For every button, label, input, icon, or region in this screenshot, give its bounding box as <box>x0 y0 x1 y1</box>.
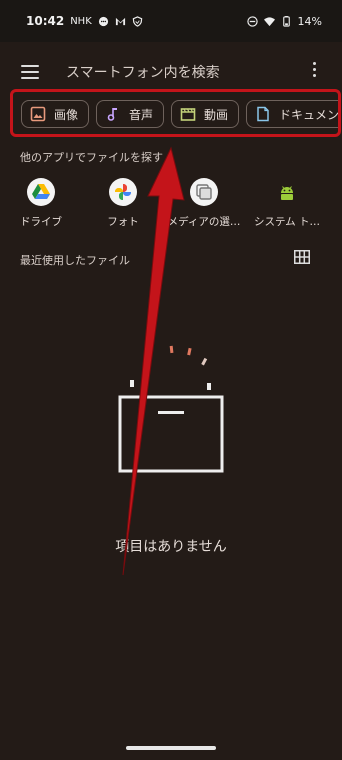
media-picker-icon <box>190 178 218 206</box>
app-photos[interactable]: フォト <box>83 176 163 229</box>
chip-images[interactable]: 画像 <box>21 100 90 128</box>
app-label: システム ト… <box>253 216 321 228</box>
chip-label: 画像 <box>54 107 79 122</box>
image-icon <box>30 106 46 122</box>
search-bar[interactable]: スマートフォン内を検索 <box>0 52 342 92</box>
app-media-picker[interactable]: メディアの選… <box>164 176 244 229</box>
category-chips-highlight: 画像 音声 動画 ドキュメント <box>10 89 341 137</box>
battery-icon <box>282 15 290 27</box>
menu-icon[interactable] <box>21 65 39 79</box>
system-status: 14% <box>246 14 322 28</box>
battery-percent: 14% <box>297 14 322 28</box>
search-input[interactable]: スマートフォン内を検索 <box>66 62 220 82</box>
notification-icons: NHK <box>70 16 143 27</box>
app-label: ドライブ <box>20 216 62 228</box>
more-options-icon[interactable] <box>311 62 317 78</box>
chip-audio[interactable]: 音声 <box>96 100 165 128</box>
other-apps-list: ドライブ フォト メディアの選… システム ト… <box>0 176 342 236</box>
movie-icon <box>180 108 196 121</box>
google-drive-icon <box>27 178 55 206</box>
chip-documents[interactable]: ドキュメント <box>246 100 340 128</box>
google-photos-icon <box>109 178 137 206</box>
chip-videos[interactable]: 動画 <box>171 100 240 128</box>
document-icon <box>257 106 269 122</box>
category-chips: 画像 音声 動画 ドキュメント <box>21 100 340 128</box>
wifi-icon <box>263 16 275 26</box>
chip-label: 音声 <box>129 107 154 122</box>
nhk-icon: NHK <box>70 15 92 27</box>
chip-label: 動画 <box>204 107 229 122</box>
app-label: メディアの選… <box>167 216 241 228</box>
app-drive[interactable]: ドライブ <box>1 176 81 229</box>
grid-view-icon[interactable] <box>294 250 310 264</box>
chip-label: ドキュメント <box>279 107 340 122</box>
do-not-disturb-icon <box>246 15 258 27</box>
gesture-nav-bar[interactable] <box>126 746 216 750</box>
shield-icon <box>132 15 143 27</box>
app-label: フォト <box>107 216 139 228</box>
recent-files-title: 最近使用したファイル <box>20 254 130 267</box>
other-apps-title: 他のアプリでファイルを探す <box>20 151 163 164</box>
chat-icon <box>98 16 108 26</box>
status-time: 10:42 <box>26 14 65 28</box>
empty-state-text: 項目はありません <box>115 539 227 555</box>
gmail-icon <box>115 17 125 25</box>
status-bar: 10:42 NHK 14% <box>0 0 342 42</box>
app-system-tracing[interactable]: システム ト… <box>247 176 327 229</box>
music-note-icon <box>107 108 118 121</box>
android-icon <box>273 178 301 206</box>
empty-box-illustration <box>118 345 224 473</box>
